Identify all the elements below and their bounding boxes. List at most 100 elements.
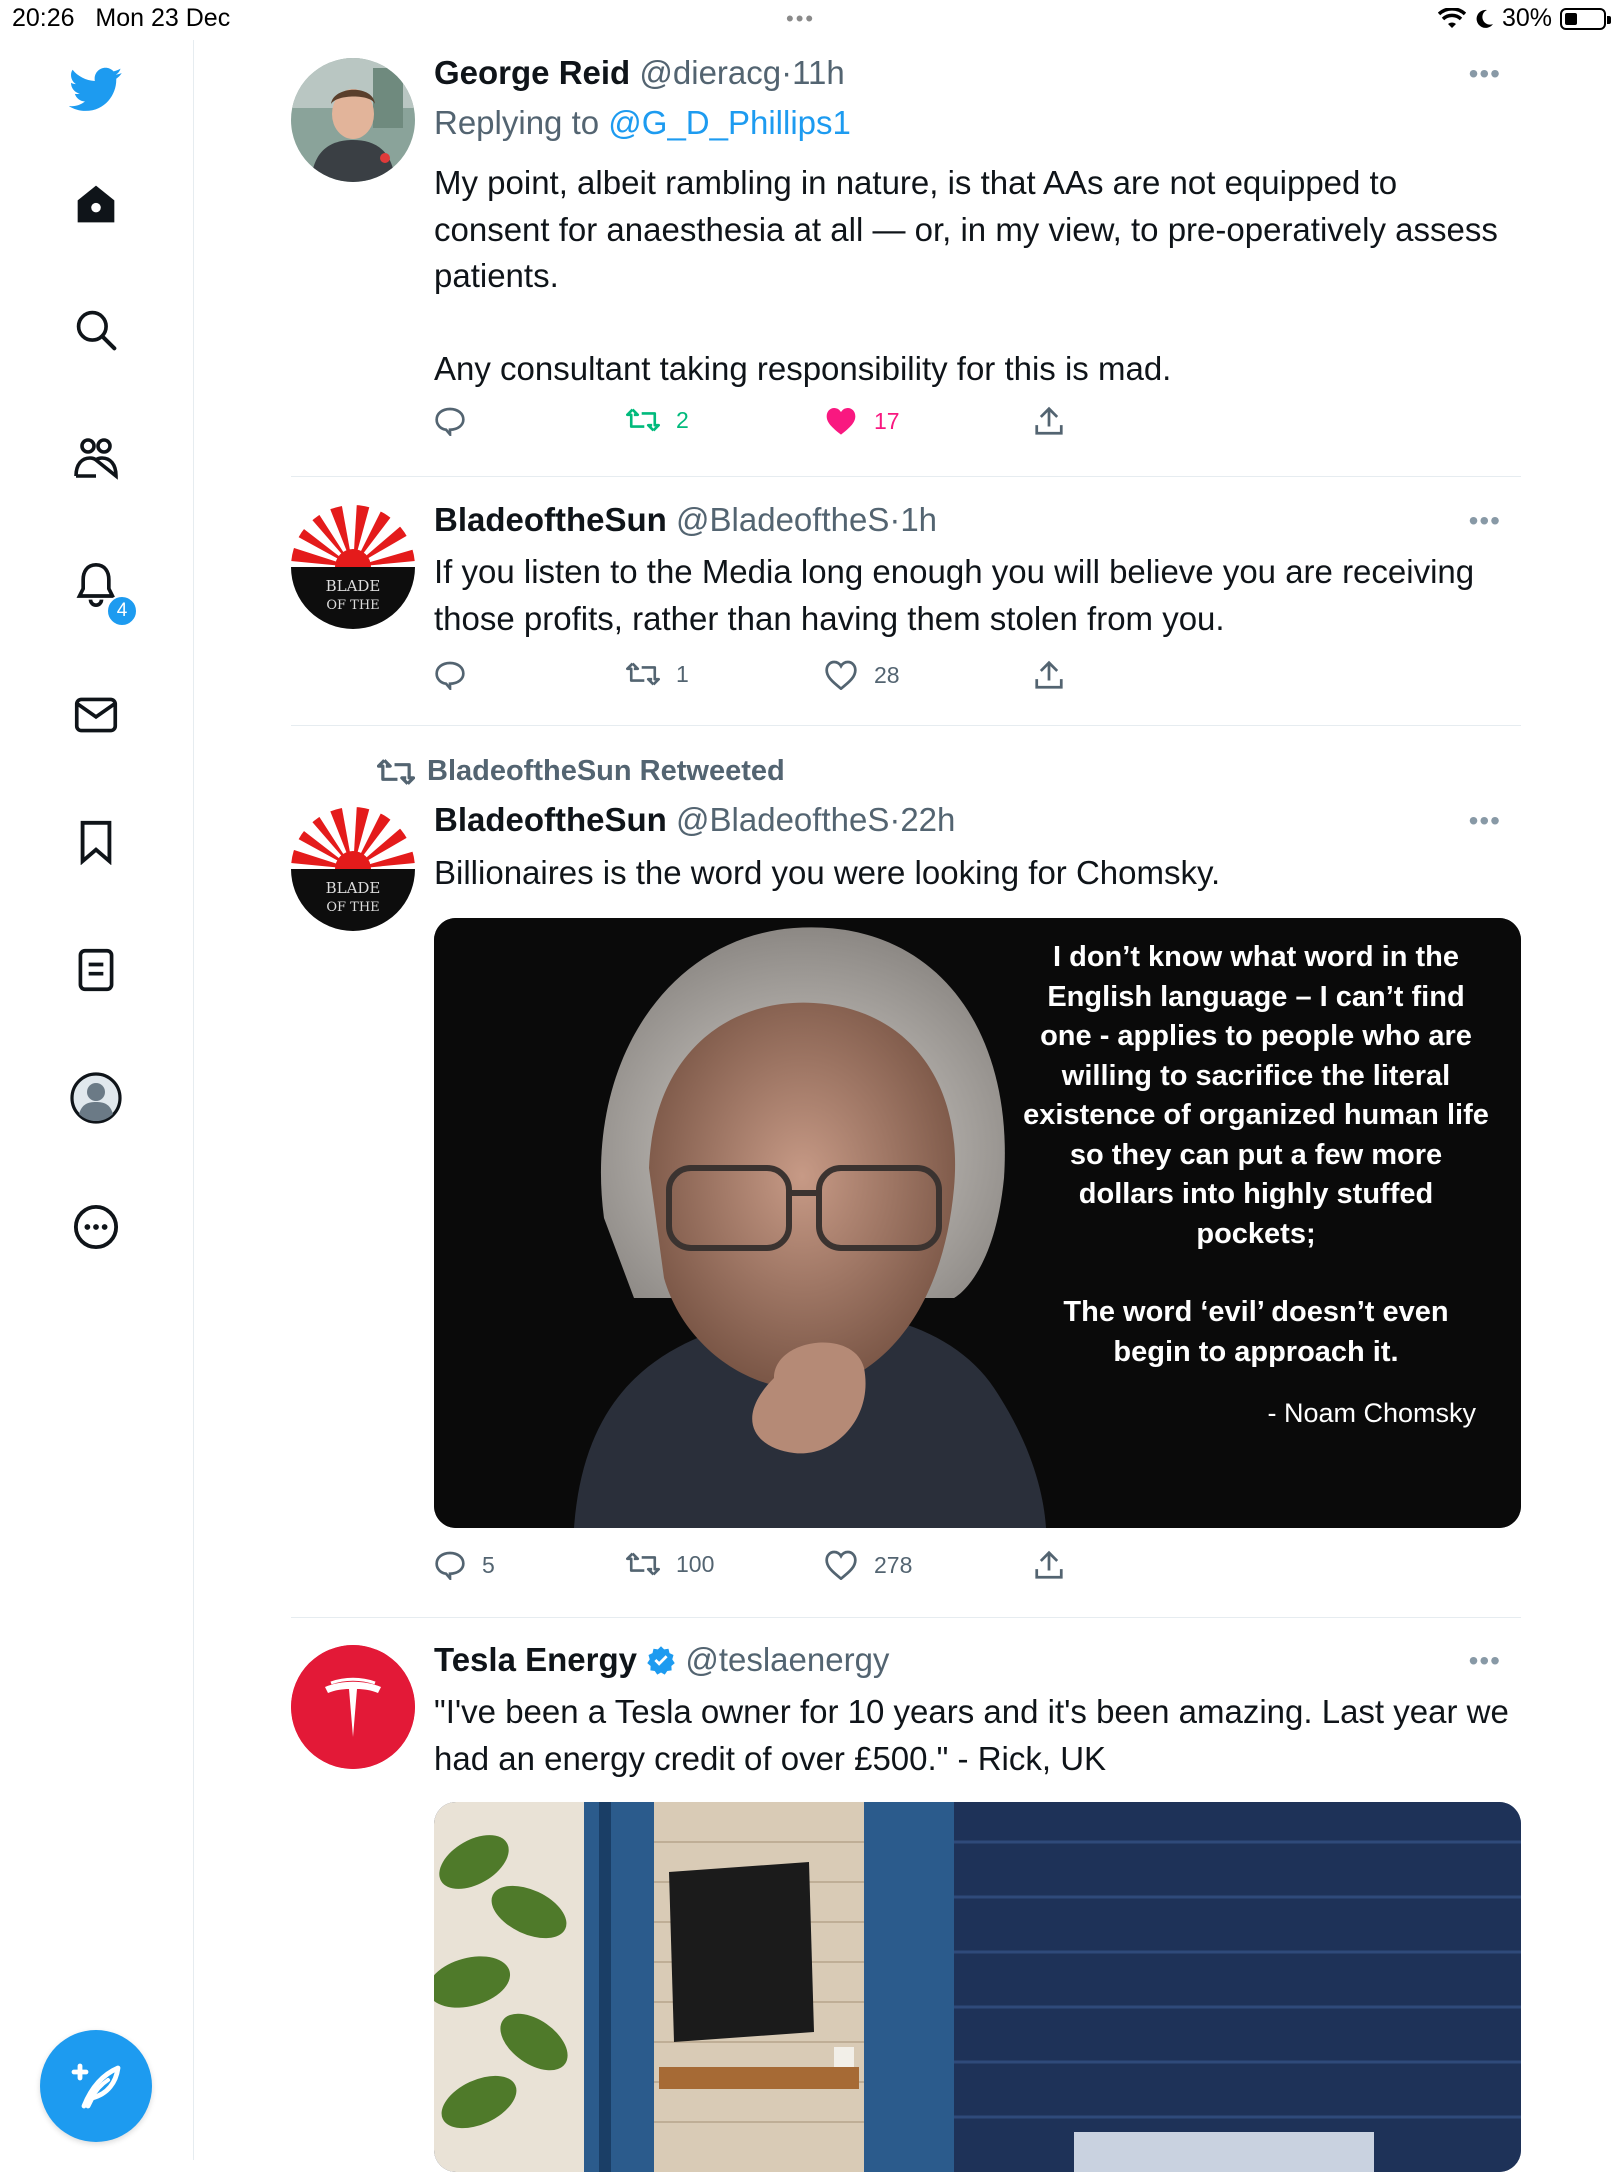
- display-name[interactable]: George Reid: [434, 54, 630, 91]
- image-quote-line: The word ‘evil’ doesn’t even begin to ap…: [1063, 1296, 1449, 1368]
- retweet-button[interactable]: 1: [626, 660, 689, 688]
- share-button[interactable]: [1034, 406, 1064, 436]
- wifi-icon: [1437, 7, 1466, 28]
- lists-icon[interactable]: [66, 940, 126, 1000]
- tweet-text: My point, albeit rambling in nature, is …: [434, 160, 1514, 392]
- heart-filled-icon: [826, 408, 856, 435]
- handle[interactable]: @BladeoftheS: [676, 501, 889, 538]
- moon-icon: [1476, 9, 1493, 28]
- sidebar: 4: [0, 40, 194, 2160]
- tweet-text: Billionaires is the word you were lookin…: [434, 854, 1221, 891]
- timestamp[interactable]: 22h: [900, 801, 955, 838]
- more-options-icon[interactable]: [66, 1197, 126, 1257]
- retweet-button[interactable]: 2: [626, 406, 689, 434]
- share-icon: [1035, 406, 1063, 435]
- twitter-logo-icon[interactable]: [66, 60, 126, 120]
- avatar[interactable]: BLADE OF THE: [291, 807, 415, 931]
- image-quote-text: I don’t know what word in the English la…: [1021, 938, 1491, 1372]
- verified-badge-icon: [647, 1646, 675, 1675]
- image-quote-author: - Noam Chomsky: [1267, 1398, 1476, 1428]
- reply-count: 5: [482, 1551, 495, 1578]
- bookmarks-icon[interactable]: [66, 812, 126, 872]
- divider: [291, 1617, 1521, 1618]
- avatar-logo-text: OF THE: [326, 598, 379, 613]
- tweet-header: Tesla Energy @teslaenergy: [434, 1641, 889, 1679]
- reply-button[interactable]: 5: [434, 1550, 495, 1580]
- tweet-tesla-energy[interactable]: Tesla Energy @teslaenergy ••• "I've been…: [291, 1641, 1521, 2172]
- multitasking-dots[interactable]: •••: [786, 6, 815, 32]
- tweet-more-icon[interactable]: •••: [1469, 58, 1501, 90]
- retweet-button[interactable]: 100: [626, 1550, 714, 1578]
- reply-button[interactable]: [434, 406, 482, 436]
- home-icon[interactable]: [66, 174, 126, 234]
- retweet-count: 1: [676, 660, 689, 687]
- heart-icon: [825, 660, 857, 690]
- replying-prefix: Replying to: [434, 104, 600, 141]
- handle[interactable]: @dieracg: [639, 54, 781, 91]
- handle[interactable]: @teslaenergy: [685, 1641, 889, 1678]
- compose-feather-icon: [71, 2063, 121, 2109]
- tweet-more-icon[interactable]: •••: [1469, 805, 1501, 837]
- reply-icon: [435, 407, 465, 436]
- battery-icon: [1560, 7, 1611, 30]
- tweet-more-icon[interactable]: •••: [1469, 505, 1501, 537]
- tweet-more-icon[interactable]: •••: [1469, 1645, 1501, 1677]
- tweet-header: BladeoftheSun @BladeoftheS·1h: [434, 501, 937, 539]
- replying-to-link[interactable]: @G_D_Phillips1: [608, 104, 851, 141]
- profile-avatar-icon[interactable]: [66, 1068, 126, 1128]
- reply-icon: [435, 661, 465, 690]
- tweet-bladeofthesun[interactable]: BLADE OF THE BladeoftheSun @BladeoftheS·…: [291, 501, 1521, 705]
- like-button[interactable]: 28: [824, 660, 900, 690]
- share-button[interactable]: [1034, 1550, 1064, 1580]
- replying-to: Replying to @G_D_Phillips1: [434, 104, 851, 142]
- share-icon: [1035, 660, 1063, 689]
- status-time: 20:26 Mon 23 Dec: [12, 4, 231, 32]
- share-button[interactable]: [1034, 660, 1064, 690]
- avatar-logo-text: BLADE: [326, 577, 381, 595]
- retweet-count: 2: [676, 406, 689, 433]
- like-count: 278: [874, 1551, 913, 1578]
- avatar[interactable]: [291, 58, 415, 182]
- divider: [291, 725, 1521, 726]
- tweet-george-reid[interactable]: George Reid @dieracg·11h ••• Replying to…: [291, 54, 1521, 458]
- retweet-icon: [626, 662, 660, 686]
- tweet-media-image[interactable]: [434, 1802, 1521, 2172]
- display-name[interactable]: BladeoftheSun: [434, 501, 667, 538]
- communities-icon[interactable]: [66, 428, 126, 488]
- search-icon[interactable]: [66, 300, 126, 360]
- like-button[interactable]: 278: [824, 1550, 912, 1580]
- handle[interactable]: @BladeoftheS: [676, 801, 889, 838]
- reply-icon: [435, 1551, 465, 1580]
- retweet-icon: [377, 758, 415, 785]
- separator-dot: ·: [889, 501, 901, 538]
- battery-percent: 30%: [1501, 4, 1552, 32]
- share-icon: [1035, 1550, 1063, 1579]
- separator-dot: ·: [889, 801, 901, 838]
- avatar-logo-text: BLADE: [326, 879, 381, 897]
- like-button[interactable]: 17: [824, 406, 900, 436]
- divider: [291, 476, 1521, 477]
- tweet-actions: 2 17: [434, 406, 1134, 446]
- status-bar: 20:26 Mon 23 Dec ••• 30%: [0, 0, 1620, 40]
- messages-icon[interactable]: [66, 685, 126, 745]
- display-name[interactable]: Tesla Energy: [434, 1641, 637, 1678]
- status-right: 30%: [1437, 4, 1611, 33]
- tweet-retweet-chomsky[interactable]: BladeoftheSun Retweeted BLADE OF THE Bla…: [291, 755, 1521, 1605]
- avatar[interactable]: BLADE OF THE: [291, 505, 415, 629]
- tweet-text-paragraph: My point, albeit rambling in nature, is …: [434, 164, 1498, 294]
- retweeted-by-label[interactable]: BladeoftheSun Retweeted: [377, 755, 785, 788]
- avatar[interactable]: [291, 1645, 415, 1769]
- tweet-header: George Reid @dieracg·11h: [434, 54, 845, 92]
- image-quote-line: I don’t know what word in the English la…: [1023, 941, 1489, 1250]
- timestamp[interactable]: 11h: [792, 54, 845, 91]
- reply-button[interactable]: [434, 660, 482, 690]
- display-name[interactable]: BladeoftheSun: [434, 801, 667, 838]
- retweeted-by-text: BladeoftheSun Retweeted: [427, 755, 785, 787]
- tweet-media-image[interactable]: I don’t know what word in the English la…: [434, 918, 1521, 1528]
- retweet-count: 100: [676, 1550, 715, 1577]
- compose-tweet-button[interactable]: [40, 2030, 152, 2142]
- like-count: 28: [874, 661, 900, 688]
- tweet-text: "I've been a Tesla owner for 10 years an…: [434, 1693, 1509, 1777]
- tweet-text-paragraph: Any consultant taking responsibility for…: [434, 349, 1172, 387]
- timestamp[interactable]: 1h: [900, 501, 937, 538]
